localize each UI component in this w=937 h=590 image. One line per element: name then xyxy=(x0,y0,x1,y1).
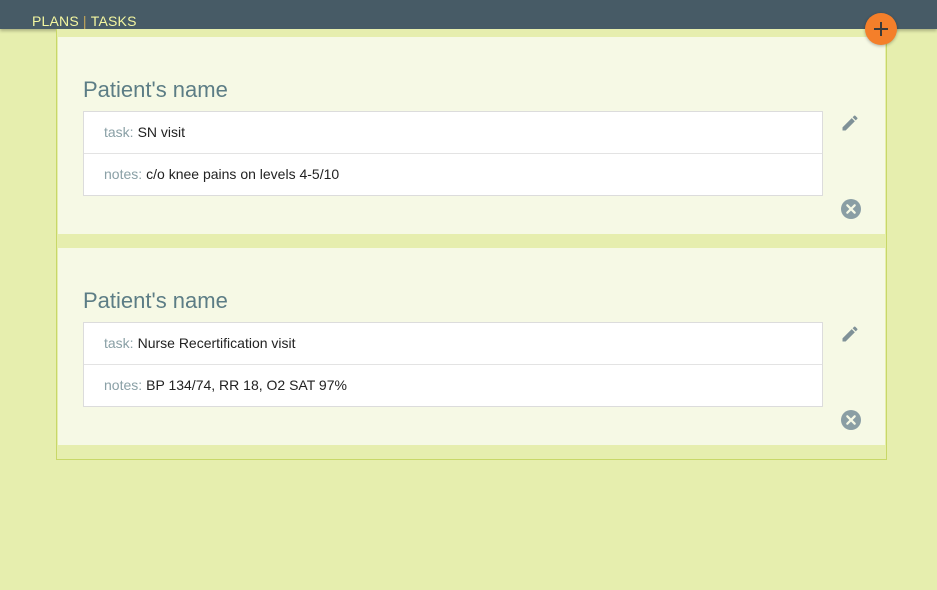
task-value: Nurse Recertification visit xyxy=(137,335,296,351)
add-task-button[interactable] xyxy=(865,13,897,45)
patient-name: Patient's name xyxy=(83,77,228,102)
notes-value: c/o knee pains on levels 4-5/10 xyxy=(146,166,340,182)
notes-row: notes: BP 134/74, RR 18, O2 SAT 97% xyxy=(84,364,822,406)
delete-task-button[interactable] xyxy=(841,410,861,435)
plus-icon xyxy=(874,22,888,36)
nav-separator: | xyxy=(82,13,87,29)
nav-plans-link[interactable]: PLANS xyxy=(32,13,79,29)
task-label: task: xyxy=(104,124,134,140)
task-details: task: SN visit notes: c/o knee pains on le… xyxy=(83,111,823,196)
task-details: task: Nurse Recertification visit notes: B… xyxy=(83,322,823,407)
task-value: SN visit xyxy=(137,124,186,140)
nav-links: PLANS | TASKS xyxy=(32,13,137,29)
task-label: task: xyxy=(104,335,134,351)
task-list-panel: Patient's name task: SN visit notes: c/o k… xyxy=(56,29,887,460)
notes-row: notes: c/o knee pains on levels 4-5/10 xyxy=(84,153,822,195)
task-card: Patient's name task: SN visit notes: c/o k… xyxy=(58,37,885,234)
nav-tasks-link[interactable]: TASKS xyxy=(91,13,137,29)
task-row: task: Nurse Recertification visit xyxy=(84,323,822,364)
patient-name: Patient's name xyxy=(83,288,228,313)
top-nav-bar: PLANS | TASKS xyxy=(0,0,937,29)
task-row: task: SN visit xyxy=(84,112,822,153)
pencil-icon xyxy=(842,115,858,131)
close-circle-icon xyxy=(841,199,861,219)
task-card: Patient's name task: Nurse Recertificatio… xyxy=(58,248,885,445)
pencil-icon xyxy=(842,326,858,342)
notes-label: notes: xyxy=(104,377,143,393)
delete-task-button[interactable] xyxy=(841,199,861,224)
notes-label: notes: xyxy=(104,166,143,182)
notes-value: BP 134/74, RR 18, O2 SAT 97% xyxy=(146,377,347,393)
edit-task-button[interactable] xyxy=(840,113,860,138)
close-circle-icon xyxy=(841,410,861,430)
edit-task-button[interactable] xyxy=(840,324,860,349)
